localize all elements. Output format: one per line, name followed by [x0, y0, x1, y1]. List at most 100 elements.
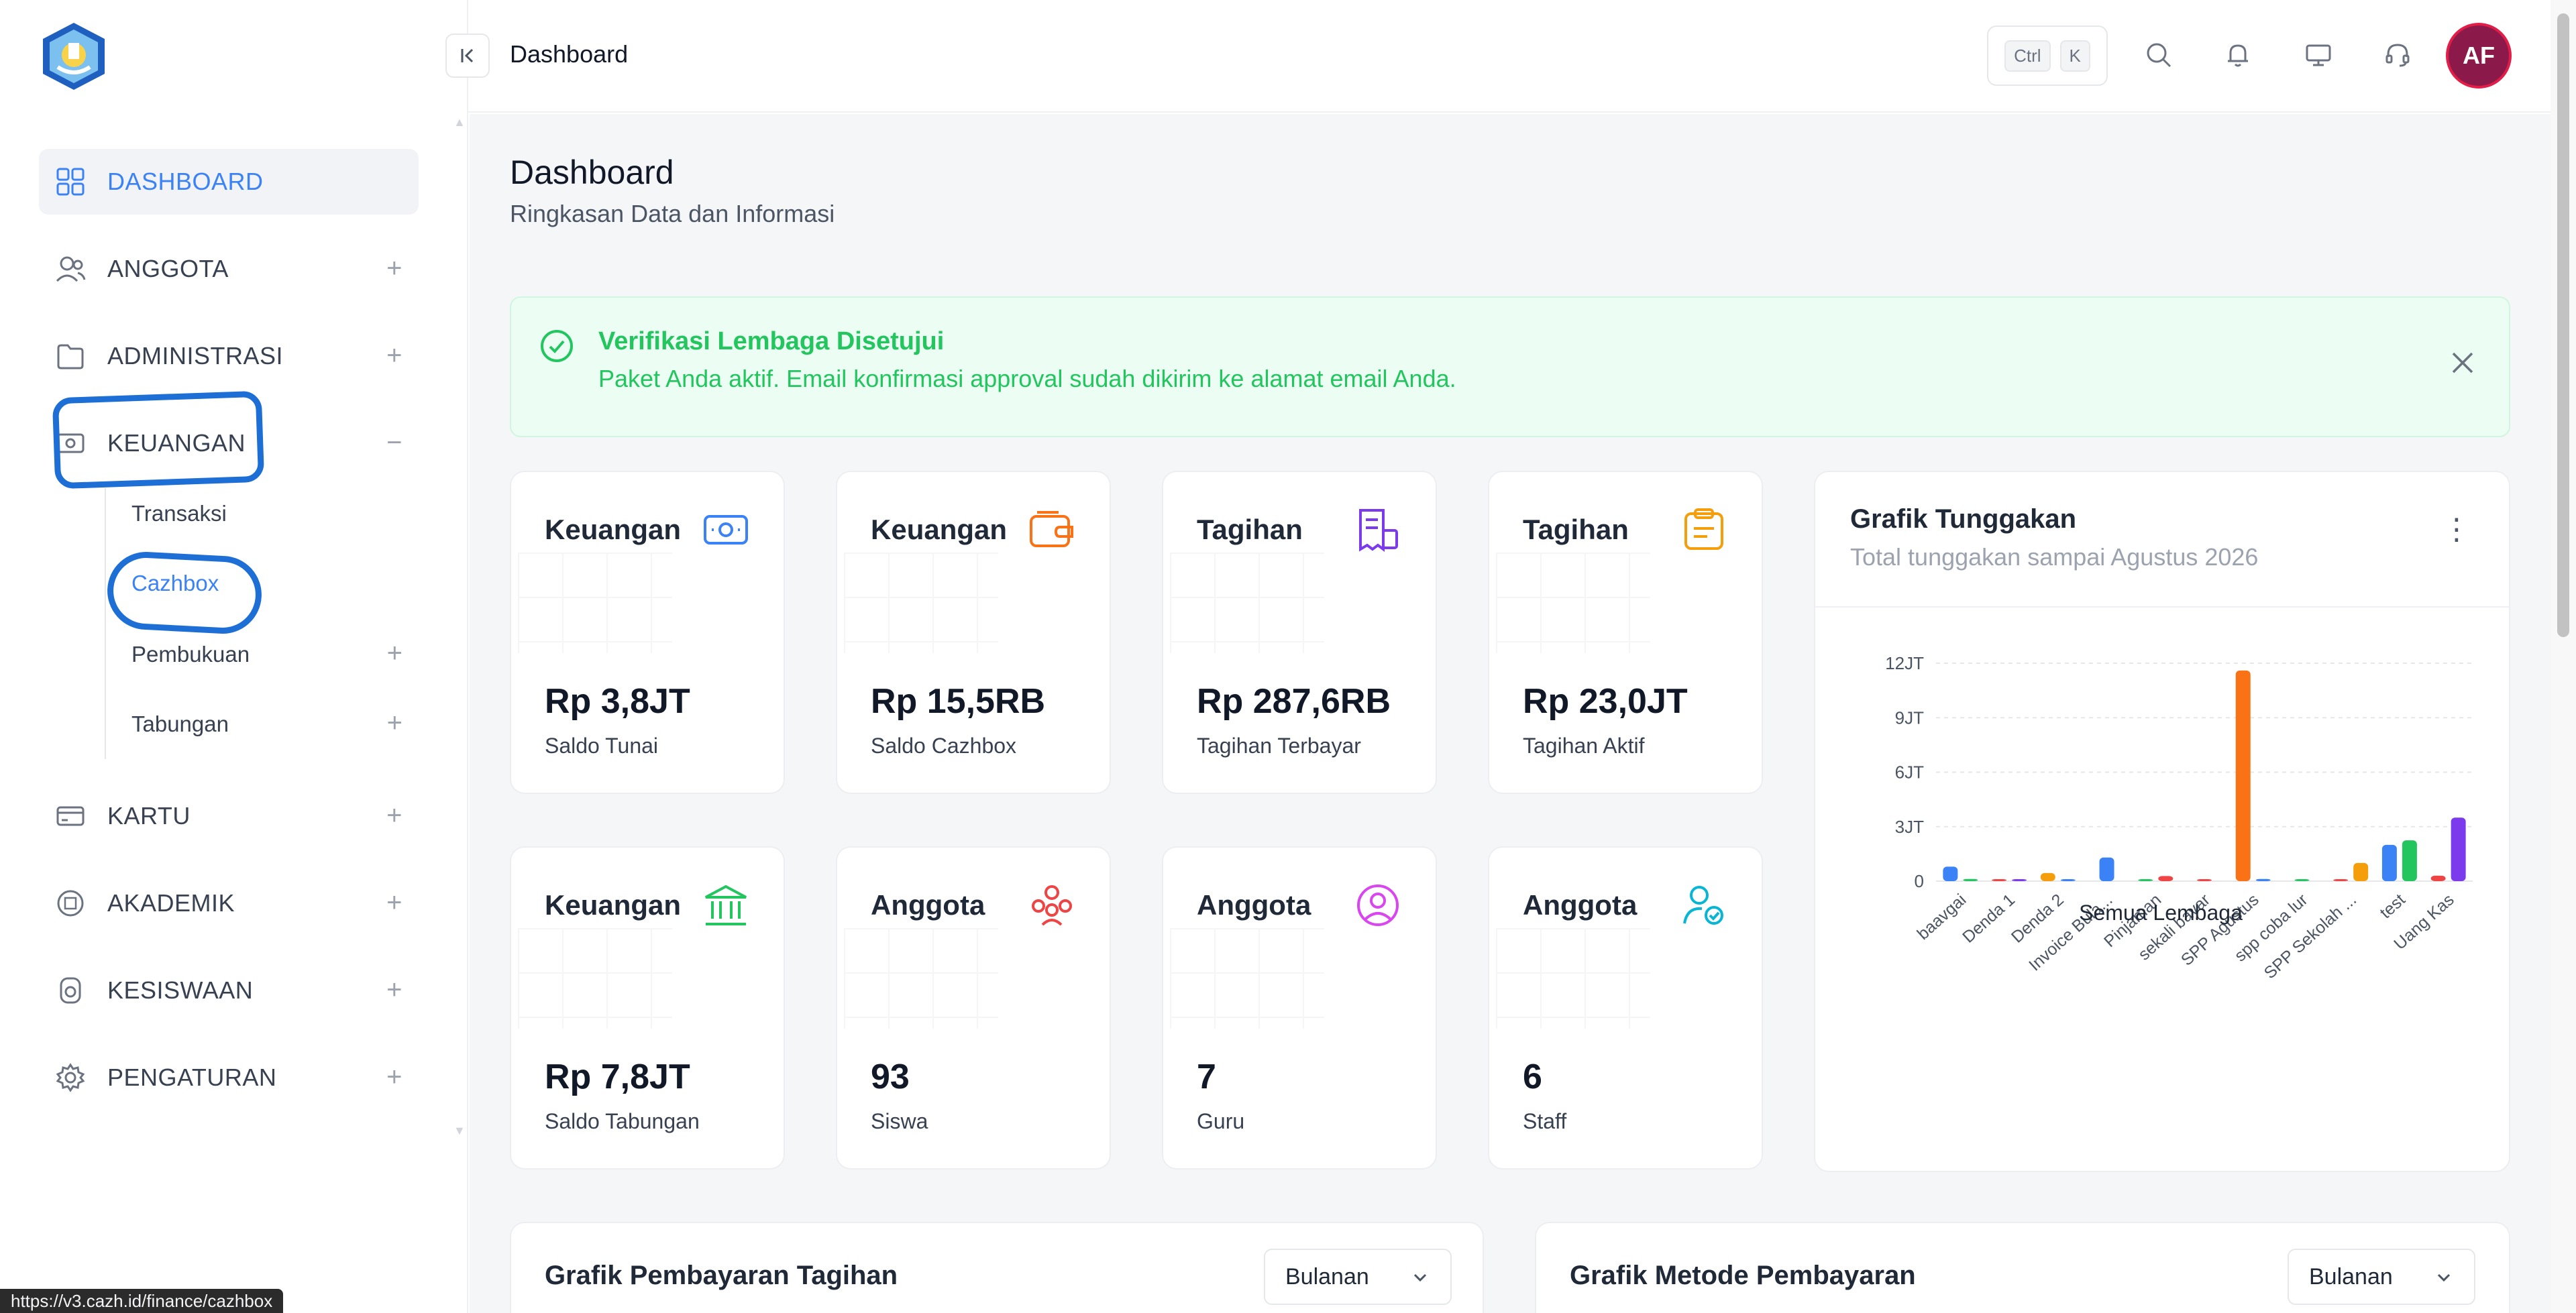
card-title: Grafik Pembayaran Tagihan [545, 1261, 898, 1290]
card-pattern [518, 928, 672, 1029]
chevron-down-icon [1413, 1273, 1427, 1282]
bar[interactable] [2197, 879, 2212, 881]
stat-card[interactable]: Tagihan Rp 287,6RB Tagihan Terbayar [1162, 471, 1437, 794]
stat-card[interactable]: Keuangan Rp 15,5RB Saldo Cazhbox [836, 471, 1111, 794]
bar[interactable] [2255, 878, 2271, 881]
card-label: Anggota [1197, 889, 1311, 921]
expand-icon[interactable]: + [386, 341, 402, 371]
sidebar-scroll-up[interactable]: ▲ [453, 115, 466, 129]
card-pattern [844, 553, 998, 653]
expand-icon[interactable]: + [386, 1062, 402, 1092]
bar[interactable] [2353, 862, 2369, 881]
sidebar-item-administrasi[interactable]: ADMINISTRASI + [39, 323, 419, 389]
sidebar-item-label: PENGATURAN [107, 1064, 277, 1091]
card-label: Anggota [1523, 889, 1638, 921]
card-label: Keuangan [545, 889, 682, 921]
bar[interactable] [2430, 875, 2446, 881]
user-avatar[interactable]: AF [2449, 25, 2509, 86]
collapse-icon [461, 48, 474, 63]
command-palette-shortcut[interactable]: Ctrl K [1987, 25, 2108, 86]
close-icon [2452, 352, 2473, 374]
sidebar-subitem-transaksi[interactable]: Transaksi [131, 487, 419, 540]
card-caption: Siswa [871, 1109, 928, 1133]
stat-card[interactable]: Keuangan Rp 7,8JT Saldo Tabungan [510, 846, 785, 1169]
sidebar-item-akademik[interactable]: AKADEMIK + [39, 870, 419, 936]
bar[interactable] [1992, 879, 2007, 881]
card-pattern [1170, 553, 1324, 653]
y-tick-label: 3JT [1895, 817, 1924, 837]
support-button[interactable] [2377, 35, 2418, 75]
card-value: Rp 287,6RB [1197, 682, 1391, 721]
sidebar-item-label: KESISWAAN [107, 976, 254, 1004]
display-button[interactable] [2298, 35, 2339, 75]
card-caption: Saldo Tabungan [545, 1109, 700, 1133]
book-icon [54, 887, 87, 920]
user-check-icon [1680, 881, 1728, 929]
sidebar-item-label: ANGGOTA [107, 255, 229, 282]
period-select[interactable]: Bulanan [2288, 1249, 2475, 1305]
x-tick-label: test [2376, 891, 2409, 923]
payment-chart-card: Grafik Pembayaran Tagihan Bulanan [510, 1222, 1484, 1313]
expand-icon[interactable]: + [386, 975, 402, 1005]
chart-title: Grafik Tunggakan [1850, 504, 2077, 534]
link-status-bar: https://v3.cazh.id/finance/cazhbox [0, 1289, 284, 1313]
card-caption: Saldo Cazhbox [871, 734, 1017, 758]
sidebar-subitem-tabungan[interactable]: Tabungan + [131, 697, 419, 751]
bar[interactable] [2235, 670, 2251, 881]
scrollbar-thumb[interactable] [2557, 13, 2569, 637]
sidebar-subitem-pembukuan[interactable]: Pembukuan + [131, 628, 419, 681]
bar[interactable] [2099, 857, 2114, 881]
sidebar-item-label: DASHBOARD [107, 168, 264, 195]
card-value: Rp 3,8JT [545, 682, 690, 721]
bar[interactable] [2158, 876, 2174, 881]
success-alert: Verifikasi Lembaga Disetujui Paket Anda … [510, 296, 2510, 437]
bar[interactable] [1963, 878, 1978, 881]
stat-card[interactable]: Keuangan Rp 3,8JT Saldo Tunai [510, 471, 785, 794]
kbd-ctrl: Ctrl [2004, 40, 2051, 72]
institution-logo[interactable] [38, 20, 110, 93]
bar[interactable] [2381, 844, 2397, 881]
more-options-icon[interactable]: ⋮ [2442, 515, 2471, 545]
bar[interactable] [2060, 879, 2076, 881]
bar[interactable] [2040, 872, 2055, 881]
submenu-line [105, 488, 106, 759]
collapse-icon[interactable]: − [386, 428, 402, 458]
bar[interactable] [2451, 817, 2466, 881]
users-icon [54, 252, 87, 286]
search-button[interactable] [2139, 35, 2179, 75]
stat-card[interactable]: Tagihan Rp 23,0JT Tagihan Aktif [1488, 471, 1763, 794]
folder-icon [54, 339, 87, 373]
page-subtitle: Ringkasan Data dan Informasi [510, 200, 835, 227]
sidebar: ▲ ▼ DASHBOARD ANGGOTA + ADMINISTRASI + K… [0, 0, 468, 1313]
sidebar-item-kesiswaan[interactable]: KESISWAAN + [39, 958, 419, 1023]
expand-icon[interactable]: + [386, 801, 402, 831]
stat-card[interactable]: Anggota 93 Siswa [836, 846, 1111, 1169]
sidebar-item-dashboard[interactable]: DASHBOARD [39, 149, 419, 215]
stat-card[interactable]: Anggota 7 Guru [1162, 846, 1437, 1169]
card-value: Rp 7,8JT [545, 1058, 690, 1096]
sidebar-scroll-down[interactable]: ▼ [453, 1124, 466, 1138]
subitem-label: Pembukuan [131, 642, 250, 667]
bar[interactable] [1943, 866, 1958, 881]
bar[interactable] [2402, 840, 2417, 881]
expand-icon[interactable]: + [387, 708, 402, 738]
period-select[interactable]: Bulanan [1264, 1249, 1452, 1305]
card-pattern [518, 553, 672, 653]
expand-icon[interactable]: + [387, 638, 402, 669]
bar[interactable] [2294, 879, 2310, 881]
close-alert-button[interactable] [2450, 350, 2475, 379]
subitem-label: Tabungan [131, 711, 229, 736]
sidebar-item-anggota[interactable]: ANGGOTA + [39, 236, 419, 302]
expand-icon[interactable]: + [386, 253, 402, 284]
collapse-sidebar-button[interactable] [445, 34, 490, 78]
sidebar-item-kartu[interactable]: KARTU + [39, 783, 419, 849]
headset-icon [2385, 44, 2410, 67]
sidebar-item-pengaturan[interactable]: PENGATURAN + [39, 1045, 419, 1110]
bar[interactable] [2333, 879, 2349, 881]
expand-icon[interactable]: + [386, 888, 402, 918]
notifications-button[interactable] [2218, 35, 2258, 75]
bar[interactable] [2012, 879, 2027, 881]
stat-card[interactable]: Anggota 6 Staff [1488, 846, 1763, 1169]
bar[interactable] [2138, 879, 2153, 881]
bell-icon [2228, 44, 2248, 67]
